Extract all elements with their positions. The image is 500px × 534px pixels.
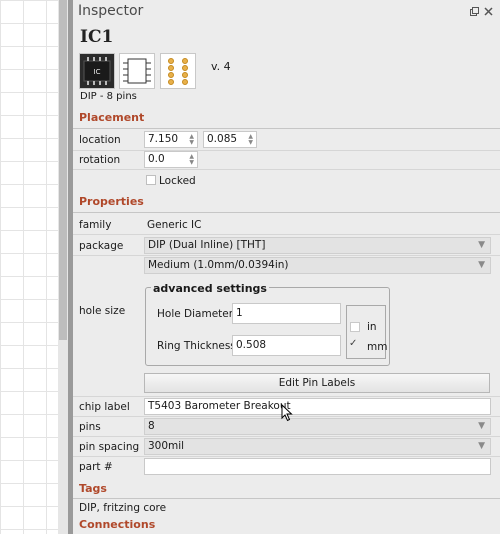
inspector-title: Inspector (78, 3, 144, 19)
part-number-input[interactable] (144, 458, 491, 475)
hole-diameter-value: 1 (236, 307, 243, 319)
divider (73, 396, 500, 397)
divider (73, 128, 500, 129)
inspector-titlebar: Inspector (73, 0, 500, 24)
hole-diameter-input[interactable]: 1 (232, 303, 341, 324)
spinner-arrows-icon[interactable]: ▲ ▼ (189, 154, 194, 166)
breadboard-view-thumbnail[interactable]: IC (79, 53, 115, 89)
chip-label-label: chip label (79, 401, 130, 413)
close-icon[interactable] (484, 7, 493, 16)
divider (73, 150, 500, 151)
package-select[interactable]: DIP (Dual Inline) [THT] ▼ (144, 237, 491, 254)
dropdown-arrow-icon: ▼ (478, 240, 485, 250)
mouse-cursor-icon (281, 403, 293, 425)
pin-spacing-select[interactable]: 300mil ▼ (144, 438, 491, 455)
undock-icon[interactable] (470, 7, 479, 16)
pin-spacing-label: pin spacing (79, 441, 140, 453)
pins-value: 8 (148, 420, 155, 432)
chip-label-value: T5403 Barometer Breakout (148, 400, 291, 412)
ring-thickness-value: 0.508 (236, 339, 267, 351)
canvas-scrollbar[interactable] (58, 0, 68, 534)
scrollbar-thumb[interactable] (59, 0, 67, 340)
section-tags: Tags (79, 482, 107, 495)
hole-size-label: hole size (79, 305, 126, 317)
divider (73, 498, 500, 499)
ring-thickness-input[interactable]: 0.508 (232, 335, 341, 356)
unit-in-radio[interactable] (350, 322, 360, 332)
unit-in-label: in (367, 321, 377, 333)
hole-diameter-label: Hole Diameter (157, 308, 234, 320)
ring-thickness-label: Ring Thickness (157, 340, 236, 352)
rotation-input[interactable]: 0.0 ▲ ▼ (144, 151, 198, 168)
pcb-view-thumbnail[interactable] (160, 53, 196, 89)
divider (73, 456, 500, 457)
family-label: family (79, 219, 112, 231)
part-title: IC1 (80, 27, 114, 47)
package-label: package (79, 240, 124, 252)
family-value: Generic IC (147, 219, 202, 231)
pins-select[interactable]: 8 ▼ (144, 418, 491, 435)
unit-mm-label: mm (367, 341, 388, 353)
checkmark-icon: ✓ (349, 338, 358, 349)
pins-label: pins (79, 421, 101, 433)
canvas-grid[interactable] (0, 0, 58, 534)
location-x-value: 7.150 (148, 133, 179, 145)
package-value: DIP (Dual Inline) [THT] (148, 239, 266, 251)
dropdown-arrow-icon: ▼ (478, 260, 485, 270)
inspector-panel: Inspector IC1 IC v. 4 DIP - 8 pins Place… (73, 0, 500, 534)
advanced-settings-title: advanced settings (151, 282, 269, 295)
location-label: location (79, 134, 121, 146)
part-number-label: part # (79, 461, 113, 473)
version-label: v. 4 (211, 60, 231, 73)
locked-checkbox[interactable] (146, 175, 156, 185)
divider (73, 169, 500, 170)
section-properties: Properties (79, 195, 144, 208)
spinner-arrows-icon[interactable]: ▲ ▼ (248, 134, 253, 146)
thumbnail-ic-label: IC (94, 68, 101, 76)
hole-size-select[interactable]: Medium (1.0mm/0.0394in) ▼ (144, 257, 491, 274)
chip-label-input[interactable]: T5403 Barometer Breakout (144, 398, 491, 415)
divider (73, 234, 500, 235)
location-x-input[interactable]: 7.150 ▲ ▼ (144, 131, 198, 148)
spinner-arrows-icon[interactable]: ▲ ▼ (189, 134, 194, 146)
section-placement: Placement (79, 111, 145, 124)
divider (73, 212, 500, 213)
divider (73, 255, 500, 256)
pin-spacing-value: 300mil (148, 440, 185, 452)
rotation-label: rotation (79, 154, 121, 166)
dropdown-arrow-icon: ▼ (478, 441, 485, 451)
section-connections: Connections (79, 518, 156, 531)
location-y-value: 0.085 (207, 133, 238, 145)
rotation-value: 0.0 (148, 153, 165, 165)
schematic-view-thumbnail[interactable] (119, 53, 155, 89)
hole-size-value: Medium (1.0mm/0.0394in) (148, 259, 289, 271)
dropdown-arrow-icon: ▼ (478, 421, 485, 431)
locked-label: Locked (159, 175, 196, 187)
divider (73, 436, 500, 437)
tags-value: DIP, fritzing core (79, 502, 167, 514)
part-caption: DIP - 8 pins (80, 91, 137, 102)
location-y-input[interactable]: 0.085 ▲ ▼ (203, 131, 257, 148)
edit-pin-labels-button[interactable]: Edit Pin Labels (144, 373, 490, 393)
